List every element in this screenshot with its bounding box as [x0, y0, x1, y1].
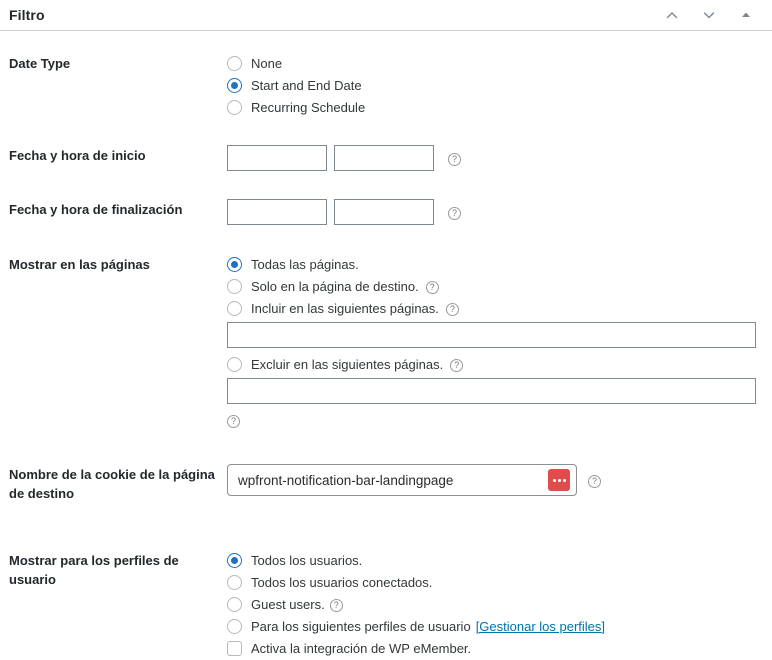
end-date-inputs: ?	[227, 199, 762, 225]
field-end-date: ?	[227, 199, 762, 225]
row-start-date: Fecha y hora de inicio ?	[9, 145, 762, 171]
start-date-inputs: ?	[227, 145, 762, 171]
radio-exclude-pages[interactable]	[227, 357, 242, 372]
radio-start-end-date[interactable]	[227, 78, 242, 93]
radio-recurring-schedule[interactable]	[227, 100, 242, 115]
ellipsis-dot	[557, 478, 561, 482]
radio-option-none[interactable]: None	[227, 53, 762, 74]
radio-guest-users[interactable]	[227, 597, 242, 612]
radio-specific-roles-label: Para los siguientes perfiles de usuario	[251, 619, 471, 634]
panel-header: Filtro	[0, 0, 772, 31]
move-up-icon[interactable]	[662, 5, 682, 25]
radio-option-start-end-date[interactable]: Start and End Date	[227, 75, 762, 96]
header-actions	[662, 5, 762, 25]
field-start-date: ?	[227, 145, 762, 171]
ellipsis-button[interactable]	[548, 469, 570, 491]
checkbox-wp-emember-label: Activa la integración de WP eMember.	[251, 641, 472, 656]
exclude-pages-input[interactable]	[227, 378, 756, 404]
help-icon-end-date[interactable]: ?	[448, 206, 461, 220]
row-cookie-name: Nombre de la cookie de la página de dest…	[9, 464, 762, 503]
row-user-roles: Mostrar para los perfiles de usuario Tod…	[9, 550, 762, 660]
start-date-input[interactable]	[227, 145, 327, 171]
help-icon-cookie-name[interactable]: ?	[588, 474, 601, 488]
radio-all-users-label: Todos los usuarios.	[251, 553, 363, 568]
radio-guest-users-label: Guest users.	[251, 597, 325, 612]
label-user-roles: Mostrar para los perfiles de usuario	[9, 553, 179, 587]
help-icon-pages[interactable]: ?	[227, 415, 240, 428]
label-start-date: Fecha y hora de inicio	[9, 148, 146, 163]
radio-include-pages[interactable]	[227, 301, 242, 316]
help-icon-start-date[interactable]: ?	[448, 152, 461, 166]
radio-specific-roles[interactable]	[227, 619, 242, 634]
field-user-roles: Todos los usuarios. Todos los usuarios c…	[227, 550, 762, 660]
radio-include-pages-label: Incluir en las siguientes páginas.	[251, 301, 439, 316]
radio-landing-page-only[interactable]	[227, 279, 242, 294]
row-show-pages: Mostrar en las páginas Todas las páginas…	[9, 254, 762, 428]
radio-option-landing-page-only[interactable]: Solo en la página de destino. ?	[227, 276, 762, 297]
manage-roles-link[interactable]: [Gestionar los perfiles]	[476, 617, 605, 636]
help-icon-landing-page-only[interactable]: ?	[425, 281, 439, 294]
panel-body: Date Type None Start and End Date Recurr…	[0, 53, 772, 660]
radio-landing-page-only-label: Solo en la página de destino.	[251, 279, 419, 294]
include-pages-input-wrap	[227, 322, 762, 348]
help-icon-exclude-pages[interactable]: ?	[450, 359, 464, 372]
label-show-pages: Mostrar en las páginas	[9, 257, 150, 272]
start-time-input[interactable]	[334, 145, 434, 171]
end-date-input[interactable]	[227, 199, 327, 225]
checkbox-wp-emember[interactable]	[227, 641, 242, 656]
radio-option-all-users[interactable]: Todos los usuarios.	[227, 550, 762, 571]
radio-option-exclude-pages[interactable]: Excluir en las siguientes páginas. ?	[227, 354, 762, 375]
label-date-type: Date Type	[9, 56, 71, 71]
label-end-date: Fecha y hora de finalización	[9, 202, 183, 217]
help-icon-pages-wrap: ?	[227, 411, 762, 428]
page-title: Filtro	[9, 7, 45, 23]
help-icon-include-pages[interactable]: ?	[445, 303, 459, 316]
radio-none[interactable]	[227, 56, 242, 71]
radio-logged-in-users-label: Todos los usuarios conectados.	[251, 575, 433, 590]
radio-none-label: None	[251, 56, 283, 71]
radio-all-users[interactable]	[227, 553, 242, 568]
label-cookie-name: Nombre de la cookie de la página de dest…	[9, 467, 215, 501]
end-time-input[interactable]	[334, 199, 434, 225]
radio-option-include-pages[interactable]: Incluir en las siguientes páginas. ?	[227, 298, 762, 319]
exclude-pages-input-wrap	[227, 378, 762, 404]
cookie-input-row: wpfront-notification-bar-landingpage ?	[227, 464, 762, 496]
radio-option-all-pages[interactable]: Todas las páginas.	[227, 254, 762, 275]
field-show-pages: Todas las páginas. Solo en la página de …	[227, 254, 762, 428]
radio-all-pages-label: Todas las páginas.	[251, 257, 359, 272]
collapse-toggle-icon[interactable]	[736, 5, 756, 25]
ellipsis-dot	[562, 478, 566, 482]
row-end-date: Fecha y hora de finalización ?	[9, 199, 762, 225]
radio-all-pages[interactable]	[227, 257, 242, 272]
radio-exclude-pages-label: Excluir en las siguientes páginas.	[251, 357, 444, 372]
radio-option-logged-in-users[interactable]: Todos los usuarios conectados.	[227, 572, 762, 593]
cookie-name-value: wpfront-notification-bar-landingpage	[238, 472, 454, 488]
radio-recurring-schedule-label: Recurring Schedule	[251, 100, 366, 115]
help-icon-guest-users[interactable]: ?	[329, 599, 343, 612]
radio-option-recurring-schedule[interactable]: Recurring Schedule	[227, 97, 762, 118]
ellipsis-dot	[552, 478, 556, 482]
radio-option-guest-users[interactable]: Guest users. ?	[227, 594, 762, 615]
field-date-type: None Start and End Date Recurring Schedu…	[227, 53, 762, 119]
checkbox-option-wp-emember[interactable]: Activa la integración de WP eMember.	[227, 638, 762, 659]
radio-logged-in-users[interactable]	[227, 575, 242, 590]
cookie-name-input[interactable]: wpfront-notification-bar-landingpage	[227, 464, 577, 496]
field-cookie-name: wpfront-notification-bar-landingpage ?	[227, 464, 762, 496]
radio-start-end-date-label: Start and End Date	[251, 78, 362, 93]
include-pages-input[interactable]	[227, 322, 756, 348]
radio-option-specific-roles[interactable]: Para los siguientes perfiles de usuario …	[227, 616, 762, 637]
row-date-type: Date Type None Start and End Date Recurr…	[9, 53, 762, 119]
move-down-icon[interactable]	[699, 5, 719, 25]
